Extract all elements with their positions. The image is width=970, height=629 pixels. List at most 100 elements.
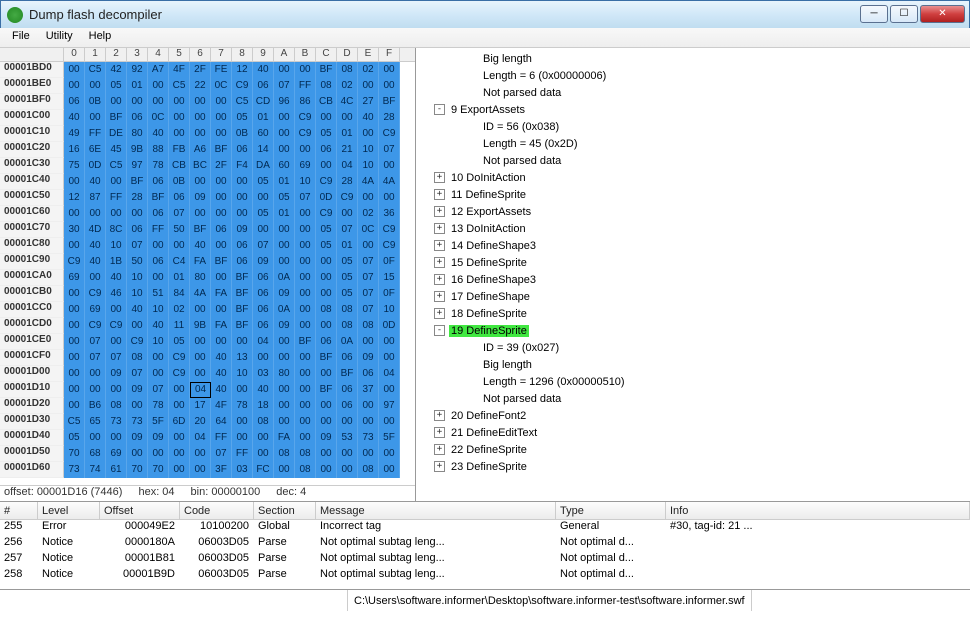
hex-cell[interactable]: 00 (253, 222, 274, 238)
hex-cell[interactable]: BF (316, 382, 337, 398)
tree-row[interactable]: +21 DefineEditText (418, 424, 970, 441)
hex-cell[interactable]: 02 (358, 62, 379, 78)
hex-cell[interactable]: 00 (64, 174, 85, 190)
hex-cell[interactable]: 06 (127, 110, 148, 126)
hex-cell[interactable]: 10 (358, 158, 379, 174)
hex-cell[interactable]: FF (211, 430, 232, 446)
hex-cell[interactable]: 00 (337, 462, 358, 478)
hex-cell[interactable]: 0B (169, 174, 190, 190)
hex-cell[interactable]: 05 (316, 126, 337, 142)
expand-icon[interactable]: + (434, 427, 445, 438)
hex-cell[interactable]: 40 (127, 302, 148, 318)
hex-cell[interactable]: 07 (379, 142, 400, 158)
collapse-icon[interactable]: - (434, 325, 445, 336)
hex-cell[interactable]: 84 (169, 286, 190, 302)
tree-row[interactable]: Length = 1296 (0x00000510) (418, 373, 970, 390)
hex-cell[interactable]: 07 (337, 222, 358, 238)
tree-row[interactable]: -19 DefineSprite (418, 322, 970, 339)
hex-cell[interactable]: 00 (169, 382, 190, 398)
hex-cell[interactable]: 00 (106, 382, 127, 398)
hex-cell[interactable]: 00 (253, 430, 274, 446)
message-row[interactable]: 256Notice0000180A06003D05ParseNot optima… (0, 536, 970, 552)
hex-cell[interactable]: 09 (253, 254, 274, 270)
hex-cell[interactable]: C9 (169, 350, 190, 366)
tree-row[interactable]: Big length (418, 50, 970, 67)
hex-cell[interactable]: 01 (337, 238, 358, 254)
hex-cell[interactable]: 37 (358, 382, 379, 398)
expand-icon[interactable]: + (434, 461, 445, 472)
hex-row[interactable]: 00001BF0060B000000000000C5CD9686CB4C27BF (0, 94, 415, 110)
hex-cell[interactable]: 08 (337, 318, 358, 334)
hex-cell[interactable]: 00 (211, 270, 232, 286)
hex-cell[interactable]: 0A (274, 270, 295, 286)
hex-cell[interactable]: 00 (85, 206, 106, 222)
hex-cell[interactable]: 00 (64, 318, 85, 334)
hex-cell[interactable]: 50 (127, 254, 148, 270)
hex-cell[interactable]: BC (190, 158, 211, 174)
hex-cell[interactable]: 78 (232, 398, 253, 414)
hex-cell[interactable]: BF (316, 62, 337, 78)
hex-cell[interactable]: 4C (337, 94, 358, 110)
hex-cell[interactable]: 05 (337, 254, 358, 270)
tree-row[interactable]: Not parsed data (418, 390, 970, 407)
hex-cell[interactable]: 00 (295, 430, 316, 446)
hex-cell[interactable]: 0C (211, 78, 232, 94)
hex-cell[interactable]: 0F (379, 286, 400, 302)
hex-cell[interactable]: DA (253, 158, 274, 174)
hex-row[interactable]: 00001C30750DC59778CBBC2FF4DA606900041000 (0, 158, 415, 174)
tree-row[interactable]: +14 DefineShape3 (418, 237, 970, 254)
hex-cell[interactable]: 00 (190, 110, 211, 126)
hex-cell[interactable]: 00 (337, 110, 358, 126)
tree-row[interactable]: +15 DefineSprite (418, 254, 970, 271)
tree-row[interactable]: +22 DefineSprite (418, 441, 970, 458)
col-code[interactable]: Code (180, 502, 254, 519)
hex-cell[interactable]: 00 (211, 126, 232, 142)
hex-cell[interactable]: 00 (274, 398, 295, 414)
hex-cell[interactable]: 00 (316, 110, 337, 126)
hex-cell[interactable]: C9 (295, 126, 316, 142)
hex-cell[interactable]: 88 (148, 142, 169, 158)
hex-cell[interactable]: FC (253, 462, 274, 478)
hex-cell[interactable]: 4A (190, 286, 211, 302)
hex-cell[interactable]: 08 (316, 302, 337, 318)
hex-cell[interactable]: 00 (358, 446, 379, 462)
hex-cell[interactable]: 00 (232, 382, 253, 398)
hex-cell[interactable]: 80 (274, 366, 295, 382)
hex-cell[interactable]: 06 (232, 254, 253, 270)
hex-row[interactable]: 00001CE0000700C910050000000400BF060A0000 (0, 334, 415, 350)
hex-cell[interactable]: 4F (169, 62, 190, 78)
hex-cell[interactable]: 07 (127, 366, 148, 382)
tree-row[interactable]: ID = 39 (0x027) (418, 339, 970, 356)
hex-cell[interactable]: 00 (64, 206, 85, 222)
hex-cell[interactable]: 40 (148, 126, 169, 142)
hex-cell[interactable]: 00 (127, 94, 148, 110)
hex-cell[interactable]: 00 (274, 62, 295, 78)
hex-cell[interactable]: 40 (211, 350, 232, 366)
hex-cell[interactable]: 0A (337, 334, 358, 350)
hex-cell[interactable]: 00 (295, 238, 316, 254)
hex-cell[interactable]: FA (190, 254, 211, 270)
expand-icon[interactable]: + (434, 257, 445, 268)
hex-cell[interactable]: 42 (106, 62, 127, 78)
hex-cell[interactable]: 00 (85, 270, 106, 286)
hex-cell[interactable]: 00 (190, 174, 211, 190)
tree-row[interactable]: Not parsed data (418, 152, 970, 169)
hex-cell[interactable]: 70 (127, 462, 148, 478)
hex-cell[interactable]: 02 (337, 78, 358, 94)
hex-cell[interactable]: 07 (106, 350, 127, 366)
tree-row[interactable]: +12 ExportAssets (418, 203, 970, 220)
hex-cell[interactable]: 70 (64, 446, 85, 462)
hex-cell[interactable]: 0D (85, 158, 106, 174)
expand-icon[interactable]: + (434, 444, 445, 455)
hex-cell[interactable]: 07 (127, 238, 148, 254)
hex-cell[interactable]: 00 (295, 398, 316, 414)
hex-cell[interactable]: C9 (232, 78, 253, 94)
collapse-icon[interactable]: - (434, 104, 445, 115)
tree-row[interactable]: +18 DefineSprite (418, 305, 970, 322)
hex-cell[interactable]: 06 (169, 190, 190, 206)
hex-cell[interactable]: 06 (253, 78, 274, 94)
expand-icon[interactable]: + (434, 291, 445, 302)
hex-cell[interactable]: 00 (379, 334, 400, 350)
hex-cell[interactable]: 00 (148, 350, 169, 366)
hex-row[interactable]: 00001C004000BF060C000000050100C900004028 (0, 110, 415, 126)
